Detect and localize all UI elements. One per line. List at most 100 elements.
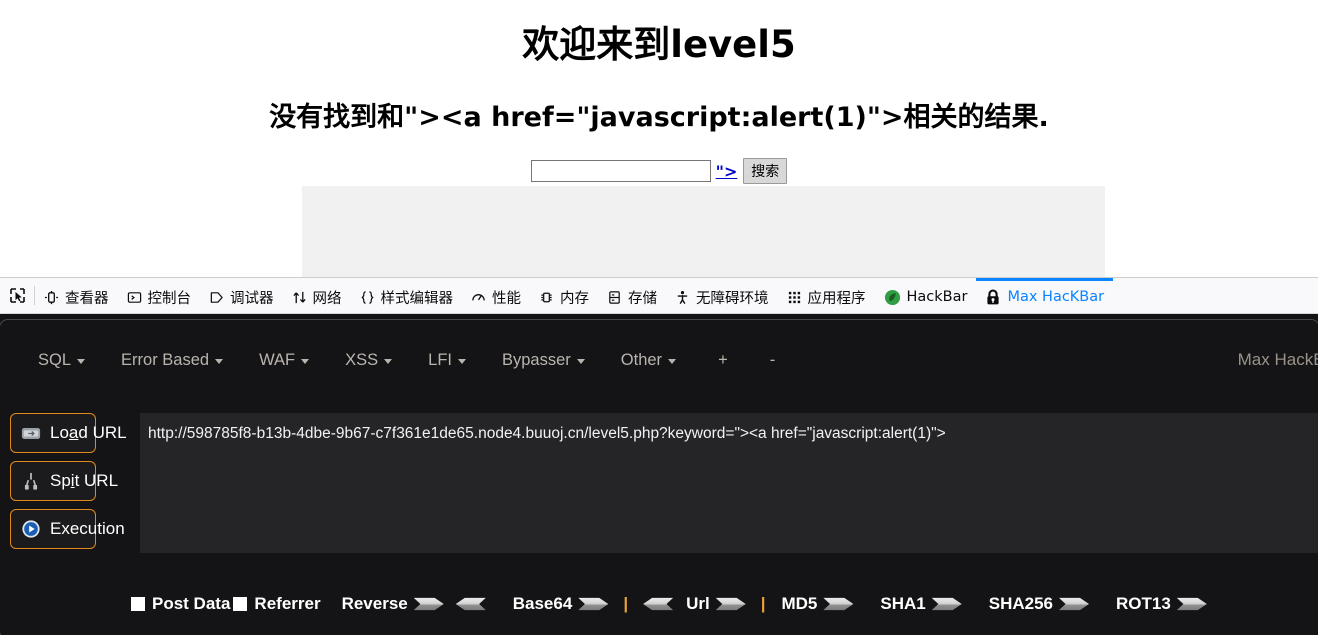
sha1-hash-arrow-icon[interactable] bbox=[931, 597, 962, 611]
referrer-label: Referrer bbox=[254, 594, 321, 613]
accessibility-icon bbox=[675, 290, 690, 305]
tab-application[interactable]: 应用程序 bbox=[778, 278, 875, 313]
debugger-icon bbox=[209, 290, 224, 305]
tab-style-editor-label: 样式编辑器 bbox=[380, 290, 454, 307]
load-url-button[interactable]: Load URL bbox=[10, 413, 127, 453]
hackbar-action-buttons: Load URL Spit URL Execution bbox=[10, 413, 140, 557]
menu-error-based[interactable]: Error Based bbox=[121, 351, 224, 370]
reverse-decode-arrow-icon[interactable] bbox=[455, 597, 486, 611]
menu-lfi[interactable]: LFI bbox=[428, 351, 466, 370]
tab-debugger-label: 调试器 bbox=[230, 290, 274, 307]
split-url-icon bbox=[19, 472, 43, 491]
menu-waf-label: WAF bbox=[259, 350, 296, 369]
chevron-down-icon bbox=[301, 358, 310, 364]
tab-hackbar[interactable]: HackBar bbox=[875, 278, 977, 313]
tab-accessibility-label: 无障碍环境 bbox=[696, 290, 769, 307]
hackbar-brand-label: Max HackBa bbox=[1237, 350, 1318, 369]
url-decode-arrow-icon[interactable] bbox=[643, 597, 674, 611]
tab-console-label: 控制台 bbox=[147, 290, 192, 307]
max-hackbar-frame: SQL Error Based WAF XSS LFI Bypasser Oth… bbox=[0, 319, 1318, 635]
devtools-toolbar: 查看器 控制台 调试器 网络 样式编辑器 性能 内存 存储 无障碍环境 应用程序… bbox=[0, 277, 1318, 314]
hackbar-encoder-toolbar: Post Data Referrer Reverse Base64 | Url … bbox=[0, 573, 1318, 635]
network-icon bbox=[292, 290, 307, 305]
search-result-message: 没有找到和"><a href="javascript:alert(1)">相关的… bbox=[0, 95, 1318, 134]
separator-pipe-2: | bbox=[760, 594, 766, 613]
execution-label: Execution bbox=[50, 519, 125, 538]
tab-memory[interactable]: 内存 bbox=[530, 278, 598, 313]
base64-encode-arrow-icon[interactable] bbox=[578, 597, 609, 611]
results-placeholder-panel bbox=[302, 186, 1105, 277]
application-icon bbox=[787, 290, 802, 305]
tab-hackbar-label: HackBar bbox=[906, 289, 968, 305]
load-url-label: Load URL bbox=[50, 423, 127, 442]
injected-xss-link[interactable]: "> bbox=[716, 162, 738, 181]
menu-bypasser-label: Bypasser bbox=[502, 350, 571, 369]
url-encode-arrow-icon[interactable] bbox=[715, 597, 746, 611]
menu-other-label: Other bbox=[620, 350, 663, 369]
tab-style-editor[interactable]: 样式编辑器 bbox=[351, 278, 463, 313]
web-page-content: 欢迎来到level5 没有找到和"><a href="javascript:al… bbox=[0, 0, 1318, 277]
tab-storage-label: 存储 bbox=[628, 290, 657, 307]
search-result-text: 没有找到和"><a href="javascript:alert(1)">相关的… bbox=[269, 102, 1049, 133]
chevron-down-icon bbox=[458, 358, 466, 364]
md5-label: MD5 bbox=[781, 594, 818, 613]
execution-button[interactable]: Execution bbox=[10, 509, 125, 549]
chevron-down-icon bbox=[668, 358, 677, 364]
style-editor-icon bbox=[360, 290, 375, 305]
reverse-encode-arrow-icon[interactable] bbox=[413, 597, 444, 611]
tab-inspector[interactable]: 查看器 bbox=[35, 278, 118, 313]
chevron-down-icon bbox=[384, 358, 393, 364]
storage-icon bbox=[607, 290, 622, 305]
menu-bypasser[interactable]: Bypasser bbox=[502, 351, 585, 370]
rot13-encode-arrow-icon[interactable] bbox=[1176, 597, 1207, 611]
menu-other[interactable]: Other bbox=[620, 350, 677, 370]
menu-lfi-label: LFI bbox=[428, 350, 452, 369]
page-title: 欢迎来到level5 bbox=[522, 23, 796, 66]
search-submit-button[interactable]: 搜索 bbox=[743, 158, 788, 184]
referrer-checkbox[interactable] bbox=[233, 597, 248, 611]
max-hackbar-panel: SQL Error Based WAF XSS LFI Bypasser Oth… bbox=[0, 314, 1318, 635]
tab-debugger[interactable]: 调试器 bbox=[200, 278, 283, 313]
reverse-label: Reverse bbox=[341, 594, 408, 613]
chevron-down-icon bbox=[215, 358, 224, 364]
tab-network[interactable]: 网络 bbox=[283, 278, 351, 313]
menu-xss[interactable]: XSS bbox=[345, 350, 393, 370]
tab-console[interactable]: 控制台 bbox=[118, 278, 201, 313]
url-label: Url bbox=[686, 594, 710, 613]
chevron-down-icon bbox=[77, 358, 86, 364]
hackbar-leaf-icon bbox=[884, 289, 901, 306]
menu-waf[interactable]: WAF bbox=[259, 350, 310, 370]
add-tab-button[interactable]: + bbox=[718, 351, 728, 370]
menu-xss-label: XSS bbox=[345, 350, 379, 369]
split-url-button[interactable]: Spit URL bbox=[10, 461, 118, 501]
tab-performance-label: 性能 bbox=[492, 290, 521, 307]
url-textarea[interactable]: http://598785f8-b13b-4dbe-9b67-c7f361e1d… bbox=[140, 413, 1318, 553]
inspector-icon bbox=[44, 290, 59, 305]
performance-icon bbox=[471, 290, 486, 305]
remove-tab-button[interactable]: - bbox=[770, 351, 776, 370]
tab-accessibility[interactable]: 无障碍环境 bbox=[666, 278, 778, 313]
post-data-label: Post Data bbox=[152, 594, 231, 613]
tab-max-hackbar[interactable]: Max HacKBar bbox=[976, 278, 1114, 313]
search-input[interactable] bbox=[530, 160, 711, 182]
rot13-label: ROT13 bbox=[1116, 594, 1171, 613]
post-data-checkbox[interactable] bbox=[131, 597, 145, 611]
tab-application-label: 应用程序 bbox=[807, 290, 866, 307]
menu-sql[interactable]: SQL bbox=[38, 351, 86, 370]
tab-storage[interactable]: 存储 bbox=[598, 278, 666, 313]
tab-performance[interactable]: 性能 bbox=[462, 278, 530, 313]
split-url-label: Spit URL bbox=[50, 471, 119, 490]
padlock-icon bbox=[985, 289, 1001, 306]
md5-hash-arrow-icon[interactable] bbox=[823, 597, 854, 611]
load-url-icon bbox=[19, 425, 43, 442]
element-picker-icon[interactable] bbox=[0, 278, 34, 313]
sha256-label: SHA256 bbox=[988, 594, 1053, 613]
memory-icon bbox=[539, 290, 554, 305]
base64-label: Base64 bbox=[512, 594, 573, 613]
execute-play-icon bbox=[19, 519, 43, 539]
chevron-down-icon bbox=[576, 358, 585, 364]
tab-network-label: 网络 bbox=[312, 290, 342, 307]
tab-memory-label: 内存 bbox=[560, 290, 589, 307]
sha256-hash-arrow-icon[interactable] bbox=[1059, 597, 1089, 611]
separator-pipe-1: | bbox=[623, 594, 629, 613]
